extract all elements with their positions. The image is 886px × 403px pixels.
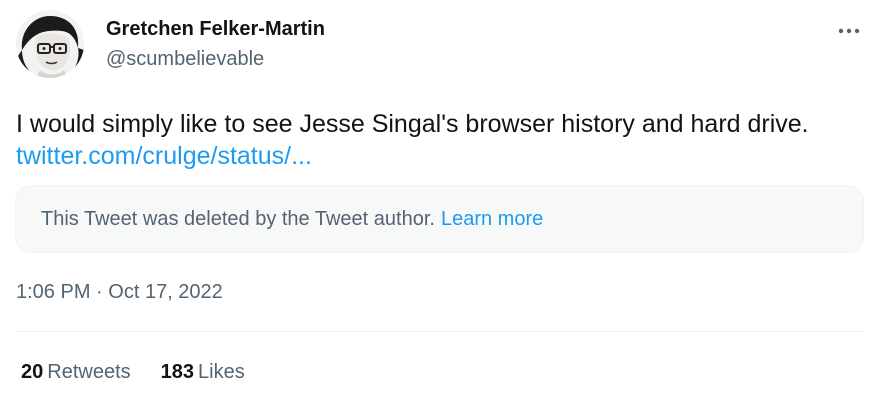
timestamp-separator: ·: [96, 281, 103, 303]
retweets-label: Retweets: [47, 361, 131, 383]
more-horizontal-icon: [838, 28, 860, 34]
divider: [16, 331, 864, 332]
quoted-tweet-unavailable[interactable]: This Tweet was deleted by the Tweet auth…: [15, 185, 864, 253]
likes-stat[interactable]: 183 Likes: [161, 360, 245, 384]
learn-more-link[interactable]: Learn more: [441, 208, 543, 231]
author-handle[interactable]: @scumbelievable: [106, 47, 325, 71]
tweet-text: I would simply like to see Jesse Singal'…: [16, 110, 809, 138]
tweet-date[interactable]: Oct 17, 2022: [108, 281, 223, 303]
likes-count: 183: [160, 361, 194, 383]
avatar[interactable]: [16, 10, 84, 78]
tweet-link[interactable]: twitter.com/crulge/status/...: [16, 142, 312, 170]
more-options-button[interactable]: [832, 14, 866, 48]
tweet-stats: 20 Retweets 183 Likes: [21, 360, 245, 384]
tweet-timestamp: 1:06 PM · Oct 17, 2022: [16, 280, 223, 304]
retweets-stat[interactable]: 20 Retweets: [21, 360, 131, 384]
author-display-name[interactable]: Gretchen Felker-Martin: [106, 17, 325, 41]
author-block: Gretchen Felker-Martin @scumbelievable: [106, 17, 325, 71]
retweets-count: 20: [21, 361, 44, 383]
likes-label: Likes: [198, 361, 245, 383]
profile-portrait-icon: [16, 10, 84, 78]
tweet-card: Gretchen Felker-Martin @scumbelievable I…: [0, 0, 886, 403]
deleted-tweet-message: This Tweet was deleted by the Tweet auth…: [41, 207, 435, 230]
tweet-time[interactable]: 1:06 PM: [16, 281, 90, 303]
tweet-body: I would simply like to see Jesse Singal'…: [16, 108, 866, 172]
